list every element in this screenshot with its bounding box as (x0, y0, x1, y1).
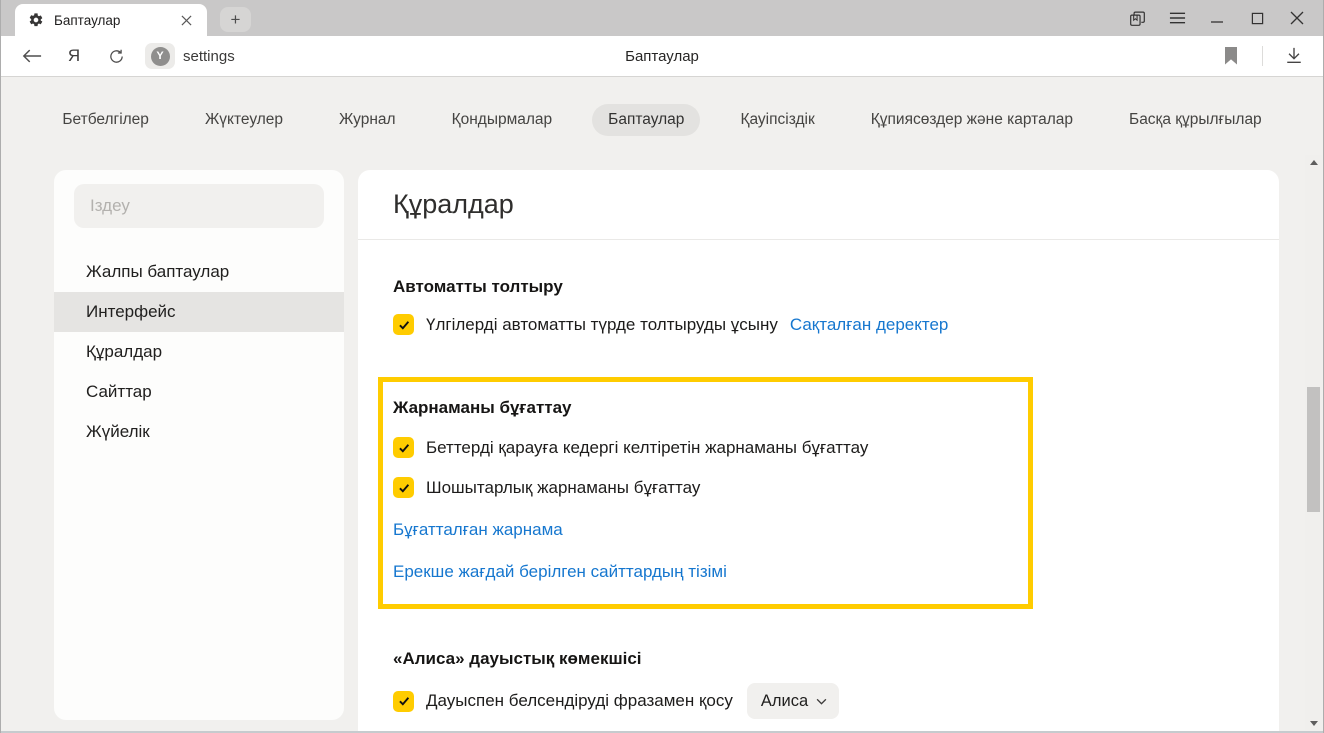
nav-tab-passwords[interactable]: Құпиясөздер және карталар (855, 104, 1089, 136)
settings-sidebar: Жалпы баптаулар Интерфейс Құралдар Сайтт… (54, 170, 344, 720)
nav-tab-settings[interactable]: Баптаулар (592, 104, 700, 136)
address-toolbar: Я Y settings Баптаулар (1, 36, 1323, 77)
main-header: Құралдар (358, 170, 1279, 240)
site-icon: Y (151, 47, 170, 66)
nav-tab-extensions[interactable]: Қондырмалар (436, 104, 569, 136)
sidebar-item-system[interactable]: Жүйелік (54, 412, 344, 452)
exception-sites-link[interactable]: Ерекше жағдай берілген сайттардың тізімі (393, 562, 1008, 582)
refresh-button[interactable] (99, 39, 133, 73)
scrollbar[interactable] (1305, 155, 1322, 730)
toolbar-right (1214, 36, 1311, 76)
checkbox-label: Беттерді қарауға кедергі келтіретін жарн… (426, 438, 868, 458)
sidebar-list: Жалпы баптаулар Интерфейс Құралдар Сайтт… (54, 252, 344, 452)
sidebar-item-tools[interactable]: Құралдар (54, 332, 344, 372)
tab-strip: Баптаулар + (1, 0, 1323, 36)
window-controls (1117, 0, 1317, 36)
nav-tab-history[interactable]: Журнал (323, 104, 412, 136)
page-title: Құралдар (393, 189, 514, 220)
settings-page: Бетбелгілер Жүктеулер Журнал Қондырмалар… (1, 77, 1323, 733)
site-protect-badge[interactable]: Y (145, 43, 175, 69)
sidebar-item-sites[interactable]: Сайттар (54, 372, 344, 412)
tab-title: Баптаулар (54, 13, 175, 28)
maximize-button[interactable] (1237, 0, 1277, 36)
close-window-button[interactable] (1277, 0, 1317, 36)
omnibox-page-title: Баптаулар (625, 48, 699, 65)
checkbox-checked[interactable] (393, 691, 414, 712)
menu-icon[interactable] (1157, 0, 1197, 36)
scroll-up-button[interactable] (1305, 155, 1322, 169)
alice-section-title: «Алиса» дауыстық көмекшісі (393, 649, 1279, 669)
nav-tab-security[interactable]: Қауіпсіздік (724, 104, 830, 136)
autofill-checkbox-row: Үлгілерді автоматты түрде толтыруды ұсын… (393, 314, 1279, 335)
sidebar-item-interface[interactable]: Интерфейс (54, 292, 344, 332)
toolbar-left: Я Y settings (15, 36, 235, 76)
toolbar-divider (1262, 46, 1263, 66)
sidebar-item-general[interactable]: Жалпы баптаулар (54, 252, 344, 292)
checkbox-label: Дауыспен белсендіруді фразамен қосу (426, 691, 733, 711)
adblock-section-title: Жарнаманы бұғаттау (393, 398, 1008, 418)
nav-tab-downloads[interactable]: Жүктеулер (189, 104, 299, 136)
settings-gear-icon (28, 12, 44, 28)
main-body: Автоматты толтыру Үлгілерді автоматты тү… (358, 277, 1279, 719)
blocked-ads-link[interactable]: Бұғатталған жарнама (393, 520, 1008, 540)
scrollbar-thumb[interactable] (1307, 387, 1320, 512)
checkbox-label: Үлгілерді автоматты түрде толтыруды ұсын… (426, 315, 778, 335)
checkbox-checked[interactable] (393, 314, 414, 335)
tab-close-icon[interactable] (175, 9, 197, 31)
yandex-logo[interactable]: Я (57, 46, 91, 66)
checkmark-icon (397, 441, 411, 455)
nav-tab-bookmarks[interactable]: Бетбелгілер (46, 104, 165, 136)
bookmark-icon[interactable] (1214, 39, 1248, 73)
tab-panels-icon[interactable] (1117, 0, 1157, 36)
adblock-checkbox-row: Беттерді қарауға кедергі келтіретін жарн… (393, 437, 1008, 458)
triangle-down-icon (1310, 721, 1318, 726)
checkmark-icon (397, 318, 411, 332)
url-text[interactable]: settings (183, 48, 235, 65)
nav-tab-other-devices[interactable]: Басқа құрылғылар (1113, 104, 1278, 136)
search-input[interactable] (74, 184, 324, 228)
alice-phrase-dropdown[interactable]: Алиса (747, 683, 839, 719)
saved-data-link[interactable]: Сақталған деректер (790, 315, 949, 335)
back-button[interactable] (15, 39, 49, 73)
autofill-section-title: Автоматты толтыру (393, 277, 1279, 297)
chevron-down-icon (816, 698, 827, 705)
settings-main: Құралдар Автоматты толтыру Үлгілерді авт… (358, 170, 1279, 733)
settings-nav: Бетбелгілер Жүктеулер Журнал Қондырмалар… (1, 104, 1323, 136)
adblock-checkbox-row: Шошытарлық жарнаманы бұғаттау (393, 477, 1008, 498)
checkbox-checked[interactable] (393, 477, 414, 498)
adblock-highlighted-section: Жарнаманы бұғаттау Беттерді қарауға кеде… (378, 377, 1033, 609)
checkbox-label: Шошытарлық жарнаманы бұғаттау (426, 478, 700, 498)
checkmark-icon (397, 694, 411, 708)
scroll-down-button[interactable] (1305, 716, 1322, 730)
new-tab-button[interactable]: + (220, 7, 251, 32)
minimize-button[interactable] (1197, 0, 1237, 36)
dropdown-value: Алиса (761, 692, 808, 711)
browser-window: Баптаулар + (0, 0, 1324, 733)
checkmark-icon (397, 481, 411, 495)
downloads-icon[interactable] (1277, 39, 1311, 73)
browser-tab[interactable]: Баптаулар (15, 4, 207, 36)
checkbox-checked[interactable] (393, 437, 414, 458)
alice-checkbox-row: Дауыспен белсендіруді фразамен қосу Алис… (393, 683, 1279, 719)
triangle-up-icon (1310, 160, 1318, 165)
